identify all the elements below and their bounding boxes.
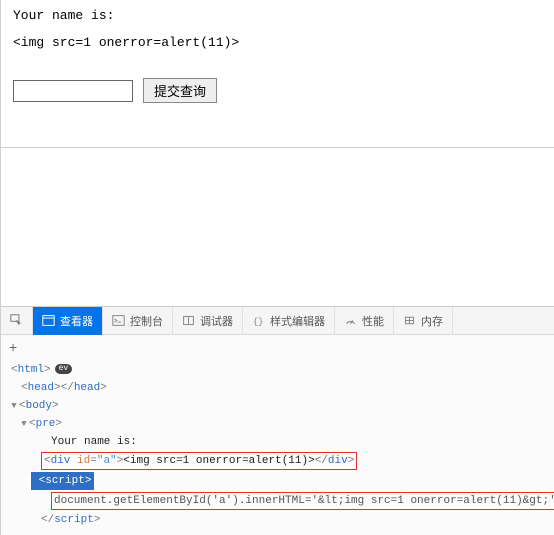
tab-style[interactable]: {} 样式编辑器 [243, 307, 335, 335]
style-icon: {} [252, 314, 265, 327]
demo-output: <img src=1 onerror=alert(11)> [13, 35, 542, 50]
tree-body-open[interactable]: ▼<body> [11, 397, 550, 415]
page-title: Your name is: [13, 8, 542, 23]
tab-console-label: 控制台 [130, 313, 163, 329]
twisty-icon[interactable]: ▼ [19, 416, 29, 432]
performance-icon [344, 314, 357, 327]
debugger-icon [182, 314, 195, 327]
blank-space [0, 148, 554, 306]
tab-inspector[interactable]: 查看器 [33, 307, 103, 335]
event-badge[interactable]: ev [55, 364, 73, 374]
tree-pre-open[interactable]: ▼<pre> [11, 415, 550, 433]
tree-script-content[interactable]: document.getElementById('a').innerHTML='… [11, 491, 550, 511]
dom-tree[interactable]: <html>ev <head></head> ▼<body> ▼<pre> Yo… [1, 359, 554, 535]
query-input[interactable] [13, 80, 133, 102]
twisty-icon[interactable]: ▼ [22, 473, 32, 489]
query-form: 提交查询 [13, 78, 542, 103]
tree-script-close[interactable]: </script> [11, 511, 550, 529]
devtools-tabbar: 查看器 控制台 调试器 {} 样式编辑器 性能 [1, 307, 554, 335]
pick-element-button[interactable] [1, 307, 33, 335]
svg-text:{}: {} [253, 317, 264, 327]
tree-script-open[interactable]: ▼ <script> [11, 471, 550, 491]
tab-debugger-label: 调试器 [200, 313, 233, 329]
submit-button[interactable]: 提交查询 [143, 78, 217, 103]
new-tab-button[interactable]: + [1, 335, 554, 359]
tab-memory[interactable]: 内存 [394, 307, 453, 335]
tree-head[interactable]: <head></head> [11, 379, 550, 397]
tab-style-label: 样式编辑器 [270, 313, 325, 329]
tree-text-line[interactable]: Your name is: [11, 433, 550, 451]
page-content: Your name is: <img src=1 onerror=alert(1… [0, 0, 554, 148]
tab-debugger[interactable]: 调试器 [173, 307, 243, 335]
memory-icon [403, 314, 416, 327]
inspector-icon [42, 314, 55, 327]
tree-div-line[interactable]: <div id="a"><img src=1 onerror=alert(11)… [11, 451, 550, 471]
tab-console[interactable]: 控制台 [103, 307, 173, 335]
tab-performance[interactable]: 性能 [335, 307, 394, 335]
tree-html-open[interactable]: <html>ev [11, 361, 550, 379]
tab-performance-label: 性能 [362, 313, 384, 329]
console-icon [112, 314, 125, 327]
twisty-icon[interactable]: ▼ [9, 398, 19, 414]
tab-memory-label: 内存 [421, 313, 443, 329]
pick-icon [10, 314, 23, 327]
devtools-panel: 查看器 控制台 调试器 {} 样式编辑器 性能 [0, 306, 554, 535]
tab-inspector-label: 查看器 [60, 313, 93, 329]
